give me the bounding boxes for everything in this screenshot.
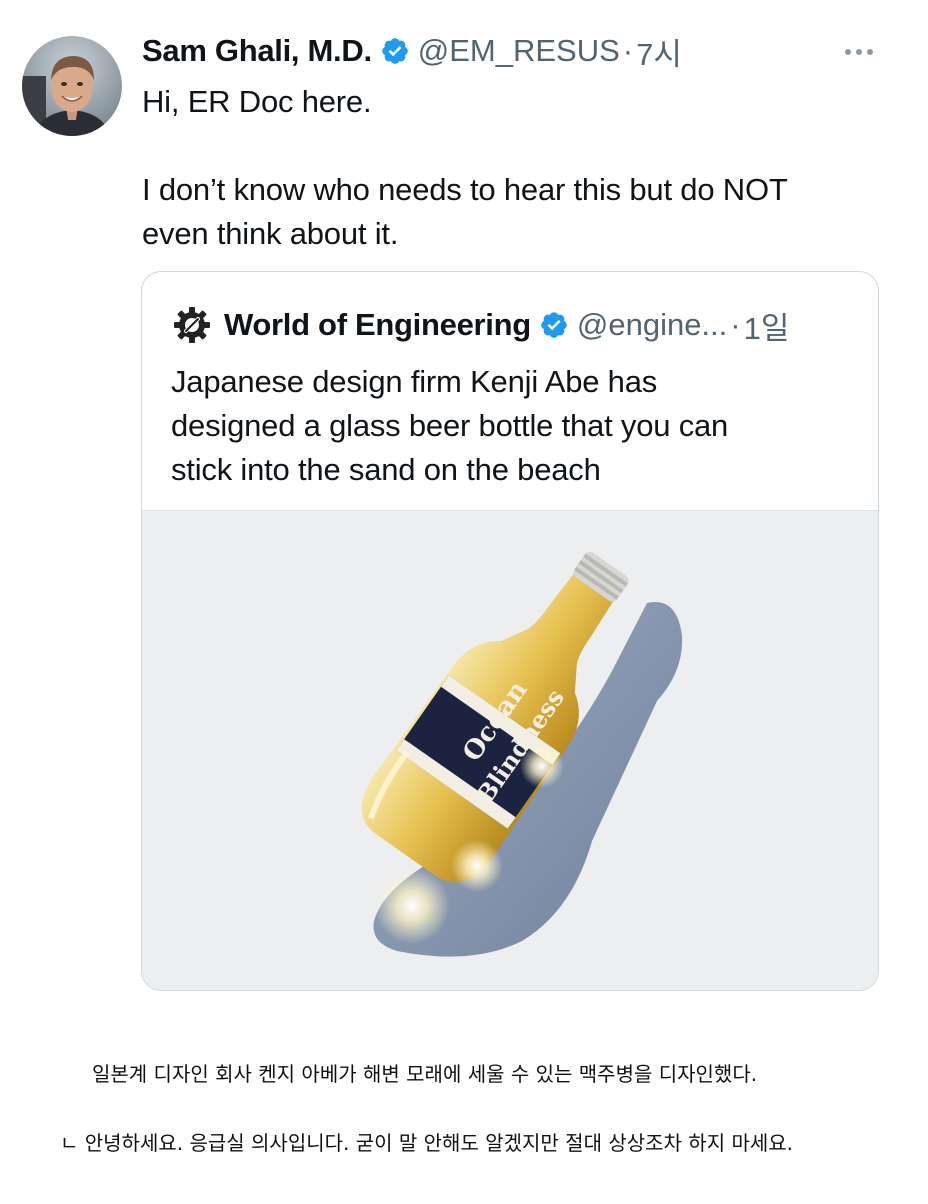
beer-bottle-image: Ocean Blindness <box>361 551 683 957</box>
quoted-tweet-text: Japanese design firm Kenji Abe has desig… <box>171 360 861 492</box>
light-flare <box>520 744 564 788</box>
tweet-header: Sam Ghali, M.D. @EM_RESUS · 7시 <box>142 30 682 72</box>
verified-badge-icon <box>541 312 567 338</box>
meta-separator: · <box>730 307 741 342</box>
quoted-author-handle[interactable]: @engine... <box>577 307 727 343</box>
quoted-tweet-header: World of Engineering @engine... · 1일 <box>172 302 789 348</box>
more-dot <box>867 49 873 55</box>
tweet-line: I don’t know who needs to hear this but … <box>142 172 788 207</box>
quoted-tweet-card[interactable]: World of Engineering @engine... · 1일 Jap… <box>141 271 879 991</box>
quoted-tweet-media[interactable]: Ocean Blindness <box>142 510 878 990</box>
meta-separator: · <box>622 33 634 68</box>
light-flare <box>451 840 503 892</box>
quoted-tweet-line: stick into the sand on the beach <box>171 452 601 487</box>
avatar-photo <box>22 36 122 136</box>
quoted-author-name[interactable]: World of Engineering <box>224 307 531 343</box>
avatar[interactable] <box>22 36 122 136</box>
gear-logo-icon <box>174 307 210 343</box>
quoted-tweet-line: Japanese design firm Kenji Abe has <box>171 364 658 399</box>
tweet-line: even think about it. <box>142 216 399 251</box>
verified-badge-icon <box>381 38 408 64</box>
author-handle[interactable]: @EM_RESUS <box>418 33 620 69</box>
light-flare <box>374 868 450 944</box>
quoted-tweet-line: designed a glass beer bottle that you ca… <box>171 408 729 443</box>
author-name[interactable]: Sam Ghali, M.D. <box>142 33 372 69</box>
quoted-tweet-time[interactable]: 1일 <box>744 303 790 348</box>
more-dot <box>856 49 862 55</box>
more-options-icon[interactable] <box>838 38 880 66</box>
tweet-text: Hi, ER Doc here. I don’t know who needs … <box>142 80 902 256</box>
caption-reply-translation: ㄴ 안녕하세요. 응급실 의사입니다. 굳이 말 안해도 알겠지만 절대 상상조… <box>60 1131 794 1155</box>
caption-translation: 일본계 디자인 회사 켄지 아베가 해변 모래에 세울 수 있는 맥주병을 디자… <box>92 1062 758 1086</box>
tweet-line: Hi, ER Doc here. <box>142 84 372 119</box>
more-dot <box>845 49 851 55</box>
tweet-time[interactable]: 7시 <box>636 29 682 74</box>
